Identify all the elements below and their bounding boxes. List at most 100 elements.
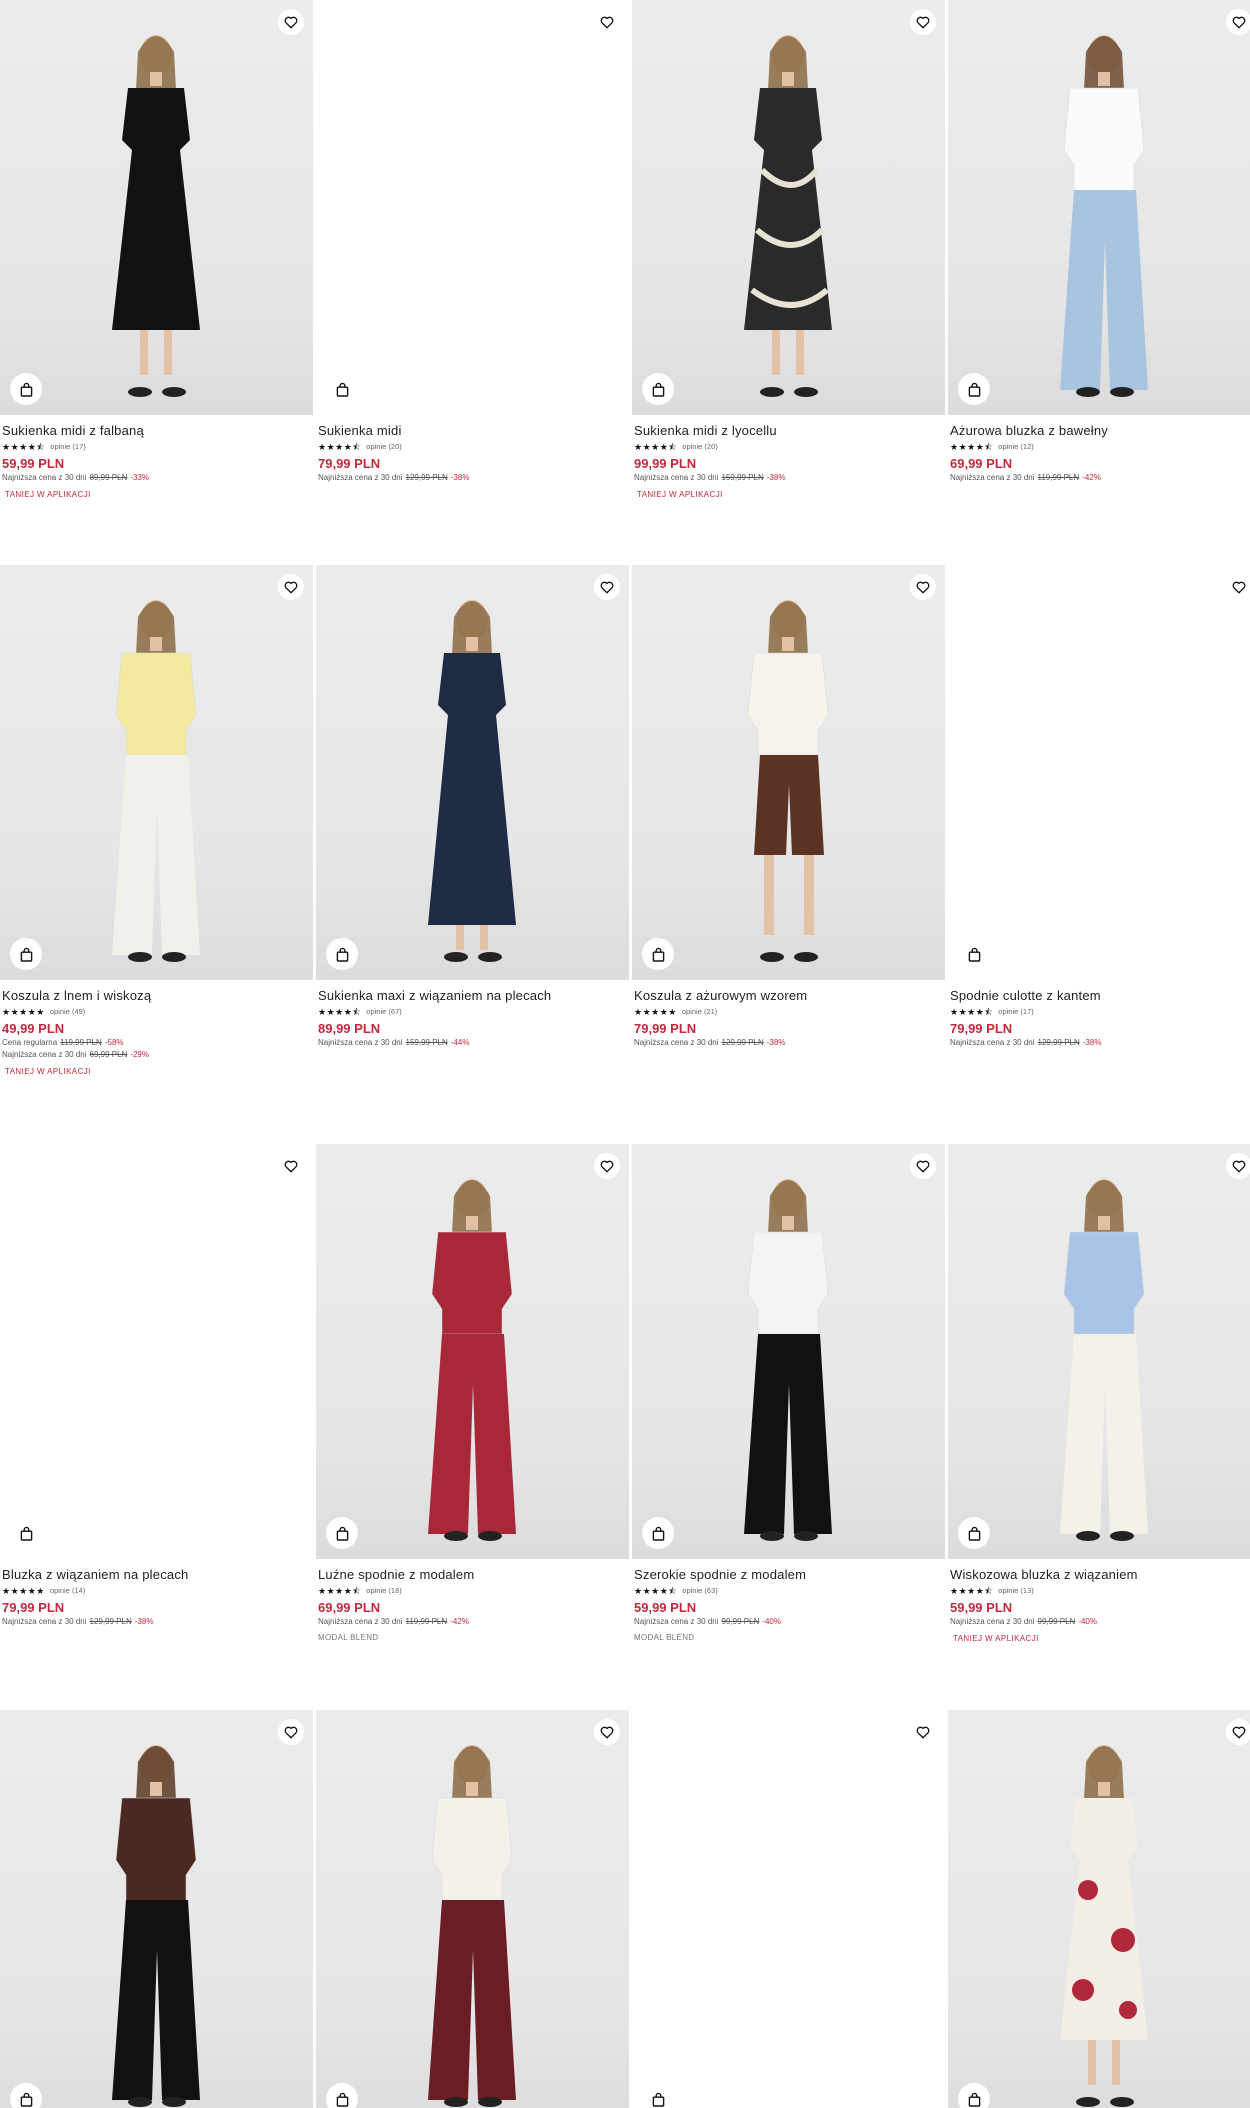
product-image[interactable] bbox=[632, 1710, 945, 2108]
add-to-bag-icon[interactable] bbox=[642, 2083, 674, 2108]
product-title[interactable]: Wiskozowa bluzka z wiązaniem bbox=[950, 1566, 1250, 1583]
product-card[interactable]: Koszula z lnem i wiskozą ★★★★★ opinie (4… bbox=[0, 565, 313, 1076]
favorite-heart-icon[interactable] bbox=[594, 1719, 620, 1745]
rating: ★★★★⯪ opinie (63) bbox=[634, 1584, 943, 1597]
product-card[interactable]: Koszula z ażurowym wzorem ★★★★★ opinie (… bbox=[632, 565, 945, 1049]
review-count[interactable]: opinie (14) bbox=[50, 1586, 85, 1596]
product-image[interactable] bbox=[316, 0, 629, 415]
add-to-bag-icon[interactable] bbox=[642, 1517, 674, 1549]
review-count[interactable]: opinie (63) bbox=[682, 1586, 717, 1596]
add-to-bag-icon[interactable] bbox=[10, 373, 42, 405]
price: 79,99 PLN bbox=[634, 1021, 697, 1036]
add-to-bag-icon[interactable] bbox=[958, 1517, 990, 1549]
product-card[interactable]: Wiskozowa bluzka z wiązaniem ★★★★⯪ opini… bbox=[948, 1144, 1250, 1643]
product-image[interactable] bbox=[632, 565, 945, 980]
review-count[interactable]: opinie (20) bbox=[366, 442, 401, 452]
rating: ★★★★⯪ opinie (17) bbox=[950, 1005, 1250, 1018]
product-card[interactable]: Sukienka maxi z wiązaniem na plecach ★★★… bbox=[316, 565, 629, 1049]
product-image[interactable] bbox=[0, 565, 313, 980]
favorite-heart-icon[interactable] bbox=[1226, 1153, 1250, 1179]
product-card[interactable] bbox=[316, 1710, 629, 2108]
add-to-bag-icon[interactable] bbox=[326, 938, 358, 970]
product-image[interactable] bbox=[948, 0, 1250, 415]
favorite-heart-icon[interactable] bbox=[910, 1719, 936, 1745]
product-image[interactable] bbox=[0, 0, 313, 415]
product-card[interactable]: Ażurowa bluzka z bawełny ★★★★⯪ opinie (1… bbox=[948, 0, 1250, 484]
product-card[interactable] bbox=[632, 1710, 945, 2108]
product-title[interactable]: Luźne spodnie z modalem bbox=[318, 1566, 627, 1583]
favorite-heart-icon[interactable] bbox=[910, 574, 936, 600]
model-photo bbox=[1060, 1745, 1148, 2107]
favorite-heart-icon[interactable] bbox=[278, 9, 304, 35]
favorite-heart-icon[interactable] bbox=[910, 1153, 936, 1179]
add-to-bag-icon[interactable] bbox=[326, 373, 358, 405]
product-title[interactable]: Sukienka midi z lyocellu bbox=[634, 422, 943, 439]
product-image[interactable] bbox=[948, 1710, 1250, 2108]
add-to-bag-icon[interactable] bbox=[958, 2083, 990, 2108]
add-to-bag-icon[interactable] bbox=[10, 2083, 42, 2108]
add-to-bag-icon[interactable] bbox=[642, 938, 674, 970]
product-title[interactable]: Koszula z lnem i wiskozą bbox=[2, 987, 311, 1004]
review-count[interactable]: opinie (17) bbox=[50, 442, 85, 452]
add-to-bag-icon[interactable] bbox=[326, 2083, 358, 2108]
favorite-heart-icon[interactable] bbox=[278, 574, 304, 600]
product-card[interactable]: Szerokie spodnie z modalem ★★★★⯪ opinie … bbox=[632, 1144, 945, 1642]
price: 59,99 PLN bbox=[634, 1600, 697, 1615]
product-card[interactable]: Bluzka z wiązaniem na plecach ★★★★★ opin… bbox=[0, 1144, 313, 1628]
product-title[interactable]: Sukienka maxi z wiązaniem na plecach bbox=[318, 987, 627, 1004]
app-discount-badge: TANIEJ W APLIKACJI bbox=[953, 1634, 1039, 1643]
product-image[interactable] bbox=[632, 0, 945, 415]
product-card[interactable] bbox=[948, 1710, 1250, 2108]
material-tag: MODAL BLEND bbox=[318, 1633, 379, 1642]
product-image[interactable] bbox=[316, 1144, 629, 1559]
favorite-heart-icon[interactable] bbox=[278, 1153, 304, 1179]
add-to-bag-icon[interactable] bbox=[10, 938, 42, 970]
product-image[interactable] bbox=[316, 1710, 629, 2108]
product-image[interactable] bbox=[316, 565, 629, 980]
favorite-heart-icon[interactable] bbox=[594, 9, 620, 35]
add-to-bag-icon[interactable] bbox=[10, 1517, 42, 1549]
product-card[interactable]: Sukienka midi z falbaną ★★★★⯪ opinie (17… bbox=[0, 0, 313, 499]
add-to-bag-icon[interactable] bbox=[642, 373, 674, 405]
product-image[interactable] bbox=[948, 1144, 1250, 1559]
product-image[interactable] bbox=[632, 1144, 945, 1559]
price: 59,99 PLN bbox=[950, 1600, 1013, 1615]
product-title[interactable]: Szerokie spodnie z modalem bbox=[634, 1566, 943, 1583]
review-count[interactable]: opinie (18) bbox=[366, 1586, 401, 1596]
product-card[interactable] bbox=[0, 1710, 313, 2108]
favorite-heart-icon[interactable] bbox=[1226, 1719, 1250, 1745]
review-count[interactable]: opinie (17) bbox=[998, 1007, 1033, 1017]
product-title[interactable]: Koszula z ażurowym wzorem bbox=[634, 987, 943, 1004]
favorite-heart-icon[interactable] bbox=[278, 1719, 304, 1745]
review-count[interactable]: opinie (67) bbox=[366, 1007, 401, 1017]
favorite-heart-icon[interactable] bbox=[594, 1153, 620, 1179]
product-image[interactable] bbox=[948, 565, 1250, 980]
favorite-heart-icon[interactable] bbox=[1226, 574, 1250, 600]
product-image[interactable] bbox=[0, 1710, 313, 2108]
review-count[interactable]: opinie (49) bbox=[50, 1007, 85, 1017]
lowest-price-info: Najniższa cena z 30 dni 159,99 PLN -44% bbox=[318, 1038, 470, 1047]
star-rating-icon: ★★★★★ bbox=[2, 1585, 45, 1596]
star-rating-icon: ★★★★⯪ bbox=[2, 441, 46, 452]
product-card[interactable]: Sukienka midi z lyocellu ★★★★⯪ opinie (2… bbox=[632, 0, 945, 499]
add-to-bag-icon[interactable] bbox=[958, 938, 990, 970]
review-count[interactable]: opinie (12) bbox=[998, 442, 1033, 452]
product-card[interactable]: Spodnie culotte z kantem ★★★★⯪ opinie (1… bbox=[948, 565, 1250, 1049]
favorite-heart-icon[interactable] bbox=[910, 9, 936, 35]
add-to-bag-icon[interactable] bbox=[958, 373, 990, 405]
product-title[interactable]: Sukienka midi bbox=[318, 422, 627, 439]
product-title[interactable]: Sukienka midi z falbaną bbox=[2, 422, 311, 439]
add-to-bag-icon[interactable] bbox=[326, 1517, 358, 1549]
review-count[interactable]: opinie (21) bbox=[682, 1007, 717, 1017]
product-image[interactable] bbox=[0, 1144, 313, 1559]
review-count[interactable]: opinie (13) bbox=[998, 1586, 1033, 1596]
product-title[interactable]: Bluzka z wiązaniem na plecach bbox=[2, 1566, 311, 1583]
app-discount-badge: TANIEJ W APLIKACJI bbox=[637, 490, 723, 499]
product-title[interactable]: Ażurowa bluzka z bawełny bbox=[950, 422, 1250, 439]
favorite-heart-icon[interactable] bbox=[594, 574, 620, 600]
product-card[interactable]: Sukienka midi ★★★★⯪ opinie (20) 79,99 PL… bbox=[316, 0, 629, 484]
favorite-heart-icon[interactable] bbox=[1226, 9, 1250, 35]
review-count[interactable]: opinie (20) bbox=[682, 442, 717, 452]
product-title[interactable]: Spodnie culotte z kantem bbox=[950, 987, 1250, 1004]
product-card[interactable]: Luźne spodnie z modalem ★★★★⯪ opinie (18… bbox=[316, 1144, 629, 1642]
